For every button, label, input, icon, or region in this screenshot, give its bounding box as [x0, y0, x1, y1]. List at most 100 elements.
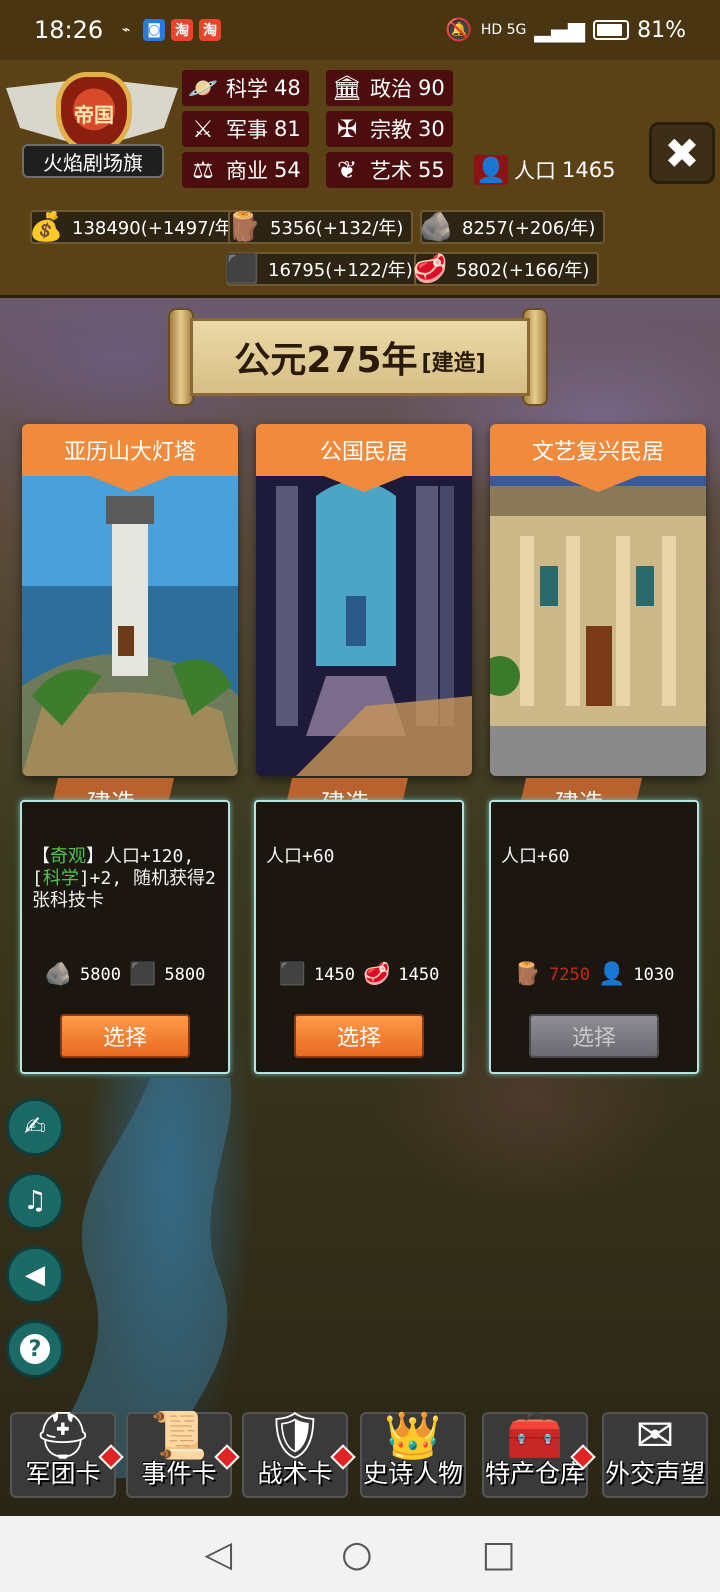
select-button[interactable]: 选择 — [294, 1014, 424, 1058]
stat-value: 55 — [418, 158, 445, 182]
stat-label: 艺术 — [370, 159, 412, 183]
resource-text: 16795(+122/年) — [268, 260, 413, 281]
card-title: 公国民居 — [256, 424, 472, 476]
building-card-lighthouse[interactable]: 亚历山大灯塔 — [22, 424, 238, 776]
population-icon: 👤 — [598, 962, 626, 987]
cost-value: 5800 — [164, 964, 206, 985]
notification-app-icon: ⌁ — [121, 22, 131, 38]
science-icon: 🪐 — [188, 74, 218, 102]
close-button[interactable]: ✖ — [649, 122, 715, 184]
era-year: 公元275年 — [234, 340, 418, 381]
card-panel: 人口+60 ⬛ 1450 🥩 1450 选择 — [254, 800, 464, 1074]
nav-label: 事件卡 — [141, 1459, 217, 1488]
nav-specialty-warehouse[interactable]: 🧰 特产仓库 — [482, 1408, 596, 1498]
status-bar: 18:26 ⌁ ◙ 淘 淘 🔕 HD 5G ▂▄▆ 81% — [0, 0, 720, 60]
desc-text: [ — [32, 868, 43, 889]
resource-meat: 🥩 5802(+166/年) — [413, 252, 600, 286]
building-card-duchy-house[interactable]: 公国民居 — [256, 424, 472, 776]
journal-button[interactable]: ✍ — [6, 1098, 64, 1156]
stat-label: 人口 — [514, 159, 556, 183]
empire-emblem[interactable]: 帝国 火焰剧场旗 — [6, 64, 178, 190]
empire-shield: 帝国 — [56, 72, 132, 154]
nav-event-cards[interactable]: 📜 事件卡 — [126, 1408, 240, 1498]
desc-text: 人口+60 — [266, 846, 335, 867]
stat-label: 宗教 — [370, 118, 412, 142]
card-panel: 人口+60 🪵 7250 👤 1030 选择 — [489, 800, 699, 1074]
nav-epic-figures[interactable]: 👑 史诗人物 — [360, 1408, 466, 1498]
iron-icon: ⬛ — [224, 251, 260, 285]
resource-text: 138490(+1497/年) — [72, 218, 240, 239]
card-title-text: 公国民居 — [319, 440, 408, 465]
select-button[interactable]: 选择 — [60, 1014, 190, 1058]
meat-icon: 🥩 — [412, 251, 448, 285]
renaissance-house-artwork — [490, 476, 706, 776]
select-button-label: 选择 — [336, 1026, 381, 1051]
stat-science: 🪐 科学 48 — [182, 70, 309, 106]
wood-icon: 🪵 — [513, 962, 542, 987]
card-title: 亚历山大灯塔 — [22, 424, 238, 476]
speaker-icon: ◀ — [25, 1260, 45, 1290]
recents-icon[interactable]: □ — [481, 1534, 515, 1575]
nav-label: 外交声望 — [604, 1459, 705, 1488]
card-description: 人口+60 — [501, 846, 689, 868]
select-button-disabled[interactable]: 选择 — [529, 1014, 659, 1058]
resource-gold: 💰 138490(+1497/年) — [29, 210, 250, 244]
card-title-text: 文艺复兴民居 — [531, 440, 664, 465]
iron-icon: ⬛ — [278, 962, 307, 987]
stat-value: 90 — [418, 76, 445, 100]
stat-population: 👤 人口 1465 — [470, 152, 623, 188]
keyword-wonder: 奇观 — [50, 846, 86, 867]
wood-icon: 🪵 — [226, 209, 262, 243]
desc-text: 【 — [32, 846, 50, 867]
card-cost: 🪵 7250 👤 1030 — [491, 962, 697, 987]
commerce-icon: ⚖ — [192, 156, 214, 184]
card-panel: 【奇观】人口+120, [科学]+2, 随机获得2张科技卡 🪨 5800 ⬛ 5… — [20, 800, 230, 1074]
empire-header: 帝国 火焰剧场旗 🪐 科学 48 🏛 政治 90 ⚔ 军事 81 ✠ 宗教 30… — [0, 60, 720, 298]
home-icon[interactable]: ○ — [341, 1534, 372, 1575]
back-icon[interactable]: ◁ — [204, 1534, 232, 1575]
stone-icon: 🪨 — [418, 209, 454, 243]
desc-text: 人口+60 — [501, 846, 570, 867]
stat-label: 科学 — [226, 77, 268, 101]
notification-app-icon: ◙ — [143, 19, 166, 41]
stat-value: 1465 — [562, 158, 616, 182]
duchy-house-artwork — [256, 476, 472, 776]
cost-value: 1030 — [633, 964, 675, 985]
desc-text: 】人口+120, — [86, 846, 195, 867]
help-button[interactable]: ? — [6, 1320, 64, 1378]
select-button-label: 选择 — [102, 1026, 147, 1051]
nav-legion-cards[interactable]: ⛑ 军团卡 — [10, 1408, 124, 1498]
politics-icon: 🏛 — [331, 74, 363, 102]
music-toggle-button[interactable]: ♫ — [6, 1172, 64, 1230]
stat-value: 81 — [274, 117, 301, 141]
taobao-icon: 淘 — [171, 19, 194, 41]
stat-value: 48 — [274, 76, 301, 100]
era-scroll: 公元275年 [建造] — [168, 308, 548, 406]
resource-iron: ⬛ 16795(+122/年) — [225, 252, 423, 286]
nav-label: 战术卡 — [257, 1459, 333, 1488]
card-title: 文艺复兴民居 — [490, 424, 706, 476]
signal-bars-icon: ▂▄▆ — [534, 17, 586, 43]
empire-name-text: 火焰剧场旗 — [43, 150, 143, 175]
close-icon: ✖ — [664, 128, 700, 178]
meat-icon: 🥩 — [363, 962, 391, 987]
cost-value: 1450 — [398, 964, 440, 985]
gold-icon: 💰 — [28, 209, 64, 243]
religion-icon: ✠ — [336, 115, 358, 143]
sound-toggle-button[interactable]: ◀ — [6, 1246, 64, 1304]
mute-icon: 🔕 — [445, 17, 473, 43]
battery-icon — [593, 20, 630, 40]
building-card-renaissance-house[interactable]: 文艺复兴民居 — [490, 424, 706, 776]
stat-value: 54 — [274, 158, 301, 182]
stat-art: ❦ 艺术 55 — [326, 152, 453, 188]
art-icon: ❦ — [336, 156, 358, 184]
nav-tactic-cards[interactable]: 🛡 战术卡 — [242, 1408, 356, 1498]
card-title-text: 亚历山大灯塔 — [63, 440, 196, 465]
stat-politics: 🏛 政治 90 — [326, 70, 453, 106]
nav-diplomatic-prestige[interactable]: ✉ 外交声望 — [602, 1408, 708, 1498]
resource-text: 5802(+166/年) — [456, 260, 590, 281]
resource-text: 8257(+206/年) — [462, 218, 596, 239]
card-cost: 🪨 5800 ⬛ 5800 — [22, 962, 228, 987]
stat-label: 政治 — [370, 77, 412, 101]
era-scroll-body: 公元275年 [建造] — [190, 318, 530, 396]
